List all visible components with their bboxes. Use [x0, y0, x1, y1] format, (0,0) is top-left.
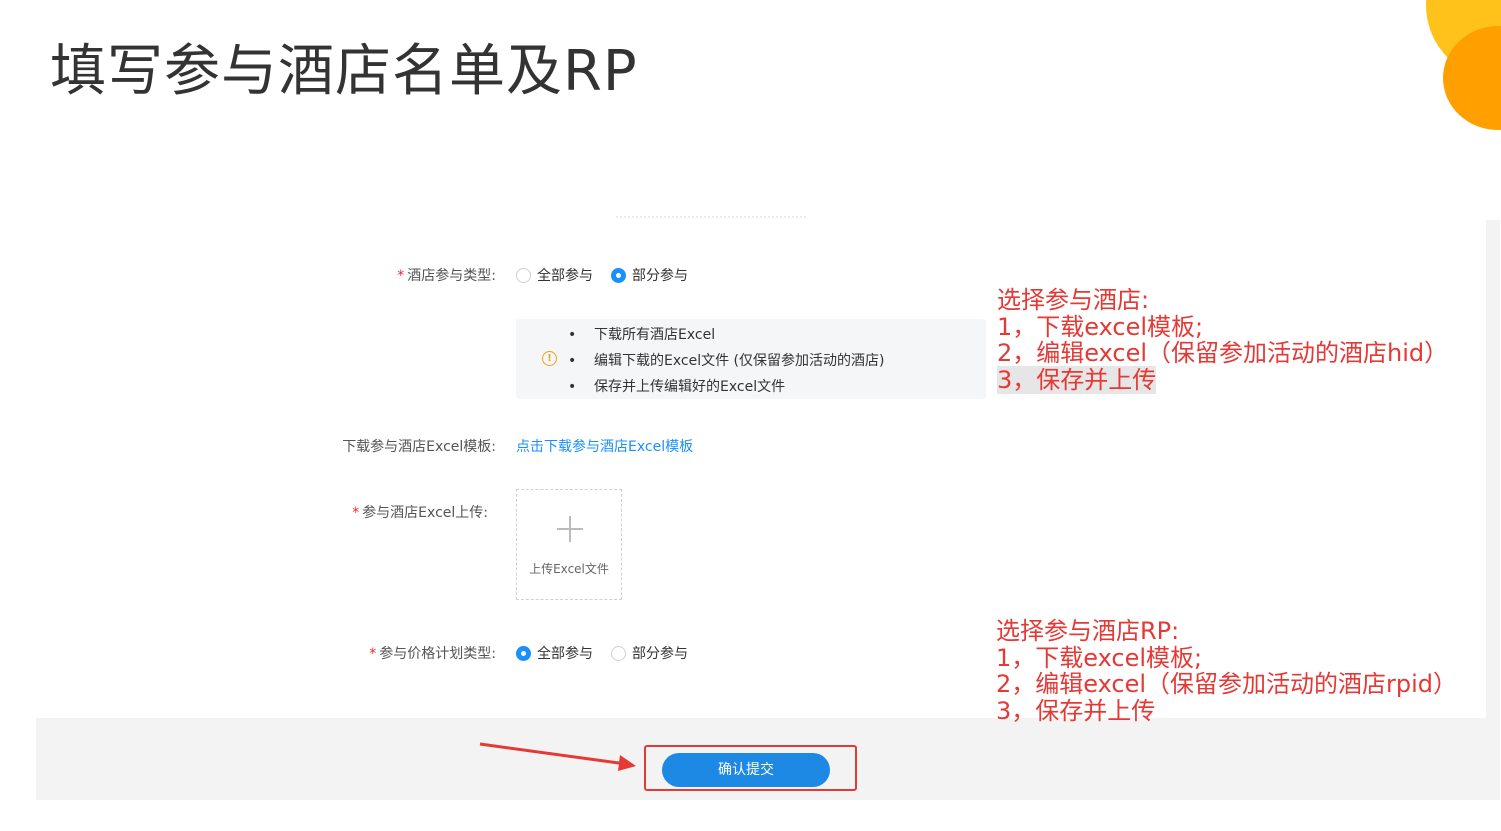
radio-hotel-all[interactable]: 全部参与 — [516, 265, 593, 285]
annotation-line: 2，编辑excel（保留参加活动的酒店hid） — [997, 339, 1449, 367]
rp-type-label: * 参与价格计划类型: — [369, 643, 496, 663]
hotel-type-label: * 酒店参与类型: — [397, 265, 496, 285]
download-template-link[interactable]: 点击下载参与酒店Excel模板 — [516, 436, 693, 456]
tip-text: 下载所有酒店Excel — [594, 327, 716, 343]
hotel-type-radio-group: 全部参与 部分参与 — [516, 265, 706, 285]
rp-type-radio-group: 全部参与 部分参与 — [516, 643, 706, 663]
radio-circle-checked — [516, 645, 531, 661]
radio-label: 部分参与 — [632, 268, 688, 284]
required-mark: * — [397, 268, 405, 284]
radio-circle — [611, 645, 626, 661]
required-mark: * — [352, 505, 360, 521]
radio-hotel-partial[interactable]: 部分参与 — [611, 265, 688, 285]
radio-label: 部分参与 — [632, 646, 688, 662]
radio-label: 全部参与 — [537, 646, 593, 662]
radio-rp-all[interactable]: 全部参与 — [516, 643, 593, 663]
slide-title: 填写参与酒店名单及RP — [50, 39, 638, 104]
tip-line: • 下载所有酒店Excel — [568, 327, 716, 343]
upload-label-text: 参与酒店Excel上传: — [362, 505, 488, 521]
hotel-steps-annotation: 选择参与酒店: 1，下载excel模板; 2，编辑excel（保留参加活动的酒店… — [997, 286, 1449, 394]
annotation-line: 选择参与酒店RP: — [996, 617, 1180, 645]
radio-circle-checked — [611, 267, 626, 283]
tips-box: ! • 下载所有酒店Excel • 编辑下载的Excel文件 (仅保留参加活动的酒店… — [516, 319, 986, 399]
cropped-top-edge — [616, 216, 806, 221]
tip-text: 保存并上传编辑好的Excel文件 — [594, 379, 786, 395]
upload-text: 上传Excel文件 — [529, 562, 609, 576]
annotation-line: 2，编辑excel（保留参加活动的酒店rpid） — [996, 670, 1458, 698]
info-icon: ! — [542, 351, 557, 366]
arrow-icon — [479, 742, 636, 771]
hotel-type-label-text: 酒店参与类型: — [407, 268, 496, 284]
tip-line: • 编辑下载的Excel文件 (仅保留参加活动的酒店) — [568, 353, 885, 369]
radio-circle — [516, 267, 531, 283]
annotation-line: 选择参与酒店: — [997, 286, 1150, 314]
tip-line: • 保存并上传编辑好的Excel文件 — [568, 379, 786, 395]
plus-icon — [557, 516, 583, 542]
highlight-box — [644, 745, 857, 791]
tip-text: 编辑下载的Excel文件 (仅保留参加活动的酒店) — [594, 353, 885, 369]
annotation-line: 1，下载excel模板; — [996, 643, 1203, 672]
annotation-line: 1，下载excel模板; — [997, 312, 1204, 341]
annotation-line: 3，保存并上传 — [997, 365, 1157, 394]
rp-steps-annotation: 选择参与酒店RP: 1，下载excel模板; 2，编辑excel（保留参加活动的… — [996, 618, 1457, 724]
upload-label: * 参与酒店Excel上传: — [352, 502, 488, 522]
annotation-line: 3，保存并上传 — [996, 696, 1156, 725]
radio-label: 全部参与 — [537, 268, 593, 284]
required-mark: * — [369, 646, 377, 662]
radio-rp-partial[interactable]: 部分参与 — [611, 643, 688, 663]
rp-type-label-text: 参与价格计划类型: — [379, 646, 496, 662]
template-label: 下载参与酒店Excel模板: — [342, 439, 496, 455]
upload-excel-button[interactable]: 上传Excel文件 — [516, 489, 622, 600]
